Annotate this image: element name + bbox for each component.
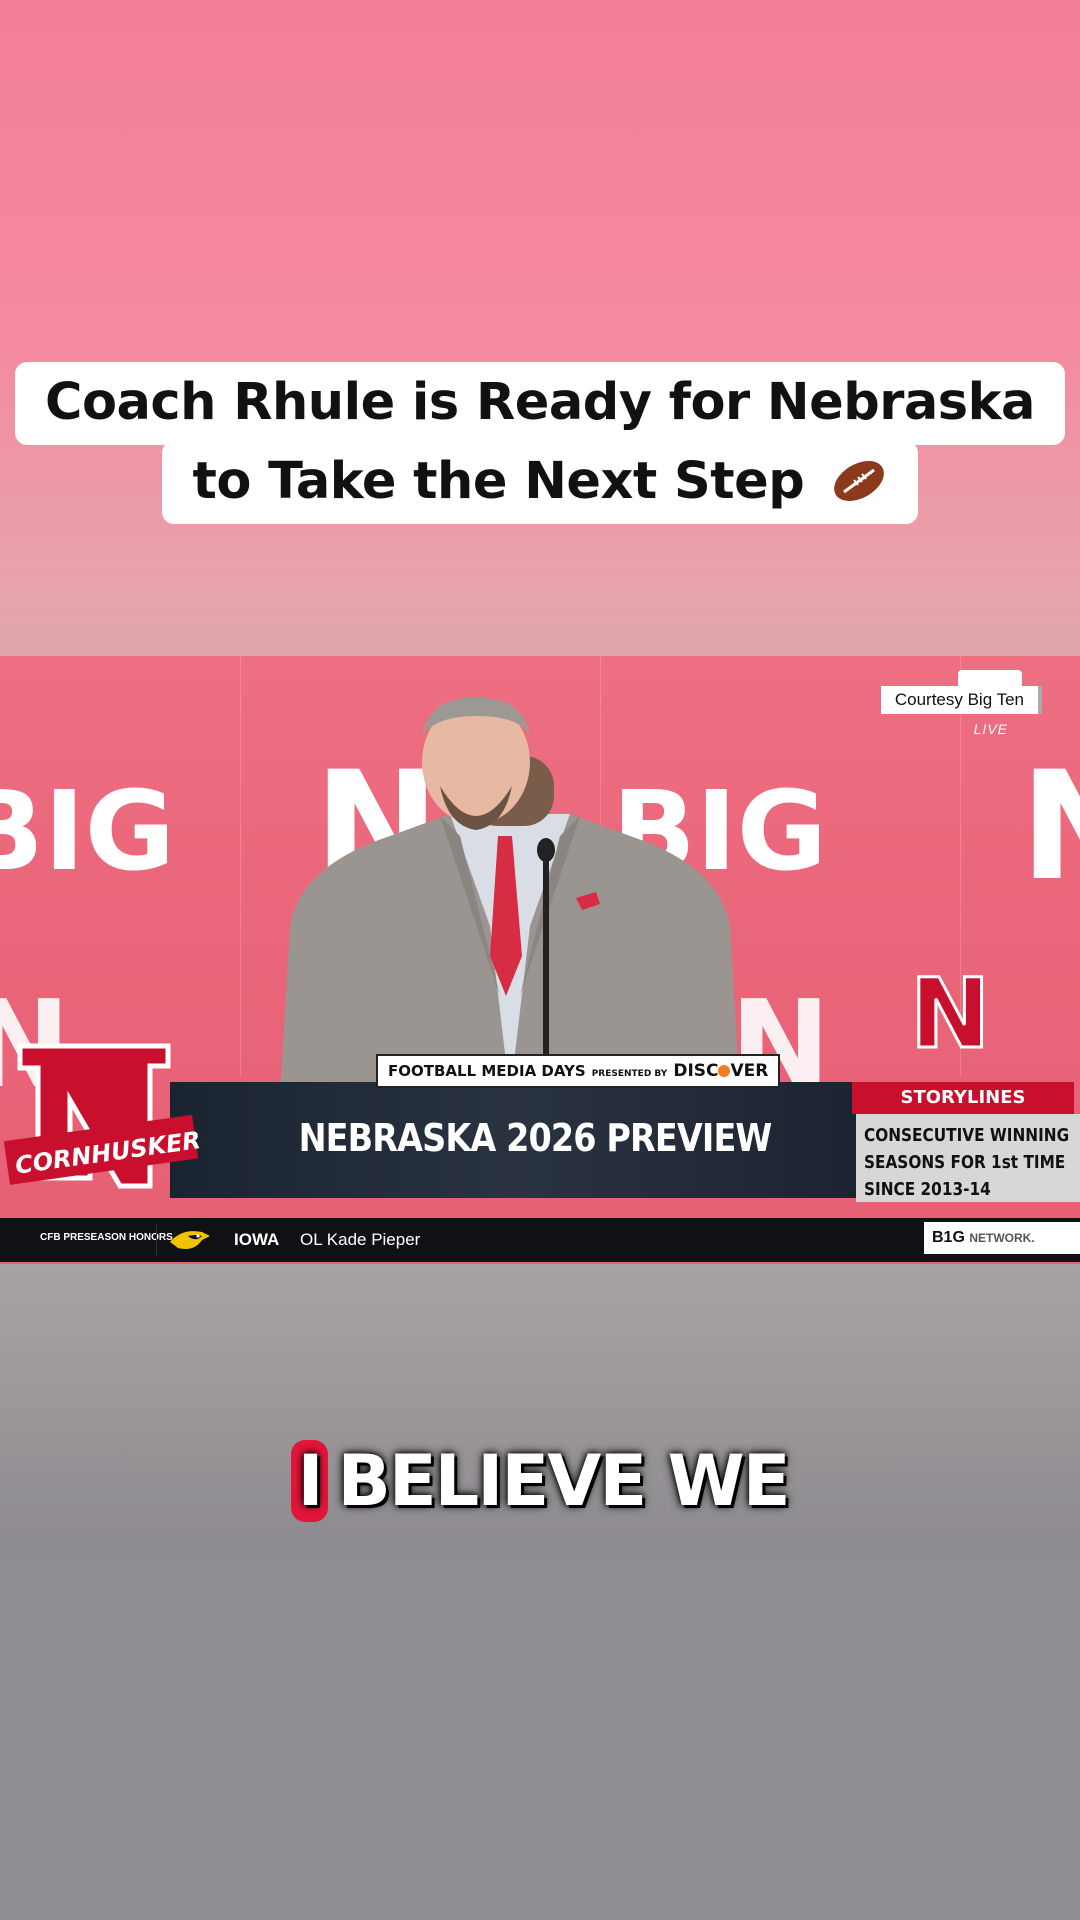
lower-third-headline: NEBRASKA 2026 PREVIEW [298, 1116, 773, 1160]
live-label: LIVE [973, 721, 1008, 737]
storylines-panel: CONSECUTIVE WINNING SEASONS FOR 1st TIME… [856, 1114, 1080, 1202]
sponsor-logo: DISC VER [673, 1061, 769, 1081]
football-icon [833, 461, 884, 502]
video-title: Coach Rhule is Ready for Nebraska to Tak… [0, 362, 1080, 525]
backdrop-red-n-logo: N [908, 958, 991, 1070]
ticker-team: IOWA [234, 1230, 280, 1249]
subtitle-caption: I BELIEVE WE [0, 1440, 1080, 1522]
backdrop-big-logo-left: BIG [0, 767, 176, 895]
news-ticker: CFB PRESEASON HONORS IOWA OL Kade Pieper… [0, 1218, 1080, 1262]
ticker-category-label: CFB PRESEASON HONORS [40, 1232, 173, 1243]
caption-highlight-word: I [291, 1440, 328, 1522]
lower-third-graphic: FOOTBALL MEDIA DAYS PRESENTED BY DISC VER N… [0, 1043, 1080, 1202]
video-frame[interactable]: BIG N BIG N N N N Courtesy Big Ten LIVE … [0, 656, 1080, 1264]
title-line-2-text: to Take the Next Step [192, 452, 805, 512]
iowa-hawkeye-icon [170, 1231, 210, 1249]
media-days-tag: FOOTBALL MEDIA DAYS PRESENTED BY DISC VER [376, 1054, 781, 1088]
presented-by-label: PRESENTED BY [591, 1069, 668, 1079]
caption-text: BELIEVE WE [337, 1440, 791, 1522]
big-ten-network-logo: B1G NETWORK. [924, 1222, 1080, 1254]
title-line-1: Coach Rhule is Ready for Nebraska [15, 362, 1065, 446]
courtesy-label: Courtesy Big Ten [880, 686, 1042, 714]
storylines-label: STORYLINES [852, 1082, 1074, 1114]
ticker-player: OL Kade Pieper [300, 1230, 421, 1249]
storyline-text-line: CONSECUTIVE WINNING [864, 1125, 1070, 1146]
speaker-figure [280, 697, 740, 1096]
cornhuskers-logo: CORNHUSKERS [3, 1043, 200, 1189]
event-label: FOOTBALL MEDIA DAYS [388, 1062, 586, 1080]
backdrop-n-logo-right: N [1020, 752, 1080, 902]
storyline-text-line: SINCE 2013-14 [864, 1179, 991, 1200]
storyline-text-line: SEASONS FOR 1st TIME [864, 1152, 1066, 1173]
discover-o-icon [718, 1065, 731, 1077]
title-line-2: to Take the Next Step [162, 441, 918, 525]
